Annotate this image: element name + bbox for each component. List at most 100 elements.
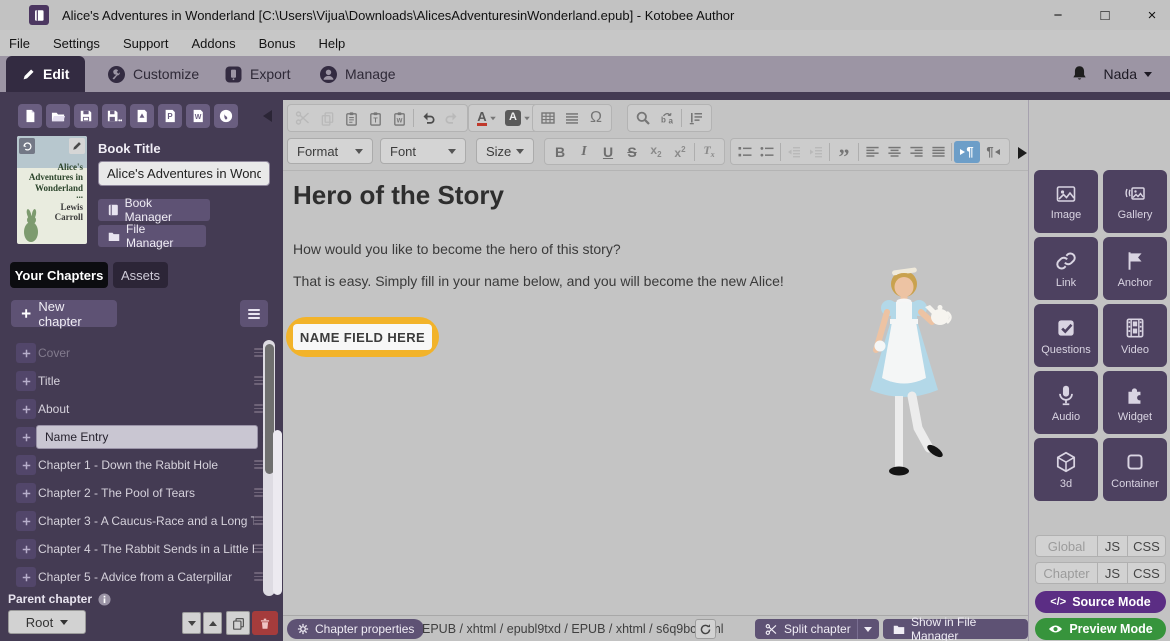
info-icon[interactable] bbox=[98, 593, 111, 606]
insert-audio-button[interactable]: Audio bbox=[1034, 371, 1098, 434]
align-right-button[interactable] bbox=[905, 140, 927, 164]
parent-chapter-dropdown[interactable]: Root bbox=[8, 610, 86, 634]
rtl-paragraph-button[interactable]: ¶ bbox=[980, 141, 1006, 163]
strikethrough-button[interactable]: S bbox=[620, 140, 644, 164]
special-character-button[interactable]: Ω bbox=[584, 106, 608, 130]
user-menu[interactable]: Nada bbox=[1104, 56, 1152, 92]
duplicate-chapter-button[interactable] bbox=[226, 611, 250, 635]
chapter-js-button[interactable]: JS bbox=[1097, 563, 1127, 583]
menu-bonus[interactable]: Bonus bbox=[258, 36, 308, 51]
add-subchapter-button[interactable] bbox=[16, 343, 36, 363]
tab-edit[interactable]: Edit bbox=[6, 56, 85, 92]
add-subchapter-button[interactable] bbox=[16, 483, 36, 503]
find-button[interactable] bbox=[631, 106, 655, 130]
minimize-button[interactable]: − bbox=[1041, 0, 1075, 30]
move-down-button[interactable] bbox=[182, 612, 201, 634]
chapter-row-1[interactable]: Chapter 1 - Down the Rabbit Hole bbox=[0, 451, 262, 479]
split-chapter-button[interactable]: Split chapter bbox=[755, 619, 879, 639]
drag-handle[interactable] bbox=[254, 516, 263, 525]
add-subchapter-button[interactable] bbox=[16, 511, 36, 531]
chapter-name-input[interactable] bbox=[36, 425, 258, 449]
menu-help[interactable]: Help bbox=[317, 36, 357, 51]
redo-button[interactable] bbox=[440, 106, 464, 130]
chapter-row-about[interactable]: About bbox=[0, 395, 262, 423]
superscript-button[interactable]: x2 bbox=[668, 140, 692, 164]
clear-formatting-button[interactable]: Tx bbox=[697, 140, 721, 164]
tab-assets[interactable]: Assets bbox=[113, 262, 168, 288]
chapter-css-button[interactable]: CSS bbox=[1127, 563, 1165, 583]
tab-customize[interactable]: Customize bbox=[92, 56, 215, 92]
paste-from-word-button[interactable]: W bbox=[387, 106, 411, 130]
menu-file[interactable]: File bbox=[8, 36, 42, 51]
chapter-properties-button[interactable]: Chapter properties bbox=[287, 619, 424, 639]
global-js-button[interactable]: JS bbox=[1097, 536, 1127, 556]
justify-button[interactable] bbox=[927, 140, 949, 164]
file-manager-button[interactable]: File Manager bbox=[98, 225, 206, 247]
cover-edit-button[interactable] bbox=[69, 138, 85, 154]
blockquote-button[interactable]: ” bbox=[832, 140, 856, 164]
save-as-button[interactable] bbox=[102, 104, 126, 128]
global-css-button[interactable]: CSS bbox=[1127, 536, 1165, 556]
drag-handle[interactable] bbox=[254, 572, 263, 581]
insert-container-button[interactable]: Container bbox=[1103, 438, 1167, 501]
font-dropdown[interactable]: Font bbox=[380, 138, 466, 164]
subscript-button[interactable]: x2 bbox=[644, 140, 668, 164]
book-manager-button[interactable]: Book Manager bbox=[98, 199, 210, 221]
insert-widget-button[interactable]: Widget bbox=[1103, 371, 1167, 434]
paste-button[interactable] bbox=[339, 106, 363, 130]
chapter-row-4[interactable]: Chapter 4 - The Rabbit Sends in a Little… bbox=[0, 535, 262, 563]
tab-manage[interactable]: Manage bbox=[304, 56, 412, 92]
format-dropdown[interactable]: Format bbox=[287, 138, 373, 164]
horizontal-rule-button[interactable] bbox=[560, 106, 584, 130]
chapter-row-name-entry[interactable] bbox=[0, 423, 262, 451]
chapter-list-menu-button[interactable] bbox=[240, 300, 268, 327]
menu-support[interactable]: Support bbox=[122, 36, 181, 51]
chapter-row-cover[interactable]: Cover bbox=[0, 339, 262, 367]
align-left-button[interactable] bbox=[861, 140, 883, 164]
chapter-row-5[interactable]: Chapter 5 - Advice from a Caterpillar bbox=[0, 563, 262, 591]
notifications-bell-icon[interactable] bbox=[1071, 65, 1088, 82]
refresh-button[interactable] bbox=[695, 619, 716, 639]
italic-button[interactable]: I bbox=[572, 140, 596, 164]
new-chapter-button[interactable]: New chapter bbox=[11, 300, 117, 327]
export-word-button[interactable]: W bbox=[186, 104, 210, 128]
menu-settings[interactable]: Settings bbox=[52, 36, 112, 51]
add-subchapter-button[interactable] bbox=[16, 455, 36, 475]
name-field-placeholder[interactable]: NAME FIELD HERE bbox=[293, 324, 432, 350]
insert-questions-button[interactable]: Questions bbox=[1034, 304, 1098, 367]
drag-handle[interactable] bbox=[254, 404, 263, 413]
drag-handle[interactable] bbox=[254, 348, 263, 357]
save-button[interactable] bbox=[74, 104, 98, 128]
new-file-button[interactable] bbox=[18, 104, 42, 128]
paste-as-text-button[interactable]: T bbox=[363, 106, 387, 130]
cut-button[interactable] bbox=[291, 106, 315, 130]
background-color-button[interactable]: A bbox=[502, 106, 534, 130]
chapter-row-3[interactable]: Chapter 3 - A Caucus-Race and a Long T bbox=[0, 507, 262, 535]
toolbar-expand-icon[interactable] bbox=[1018, 147, 1027, 159]
maximize-button[interactable]: □ bbox=[1088, 0, 1122, 30]
add-subchapter-button[interactable] bbox=[16, 399, 36, 419]
insert-anchor-button[interactable]: Anchor bbox=[1103, 237, 1167, 300]
drag-handle[interactable] bbox=[254, 544, 263, 553]
add-subchapter-button[interactable] bbox=[16, 427, 36, 447]
show-in-file-manager-button[interactable]: Show in File Manager bbox=[883, 619, 1028, 639]
split-chapter-dropdown[interactable] bbox=[857, 619, 879, 639]
drag-handle[interactable] bbox=[254, 460, 263, 469]
copy-button[interactable] bbox=[315, 106, 339, 130]
ordered-list-button[interactable] bbox=[734, 140, 756, 164]
drag-handle[interactable] bbox=[254, 376, 263, 385]
add-subchapter-button[interactable] bbox=[16, 371, 36, 391]
find-replace-button[interactable]: ba bbox=[655, 106, 679, 130]
publish-button[interactable] bbox=[214, 104, 238, 128]
font-color-button[interactable]: A bbox=[472, 106, 502, 130]
collapse-sidebar-icon[interactable] bbox=[263, 110, 272, 122]
add-subchapter-button[interactable] bbox=[16, 567, 36, 587]
insert-gallery-button[interactable]: Gallery bbox=[1103, 170, 1167, 233]
preview-mode-button[interactable]: Preview Mode bbox=[1035, 618, 1166, 640]
source-mode-button[interactable]: </> Source Mode bbox=[1035, 591, 1166, 613]
chapter-row-title[interactable]: Title bbox=[0, 367, 262, 395]
tab-export[interactable]: Export bbox=[209, 56, 306, 92]
insert-video-button[interactable]: Video bbox=[1103, 304, 1167, 367]
bold-button[interactable]: B bbox=[548, 140, 572, 164]
unordered-list-button[interactable] bbox=[756, 140, 778, 164]
